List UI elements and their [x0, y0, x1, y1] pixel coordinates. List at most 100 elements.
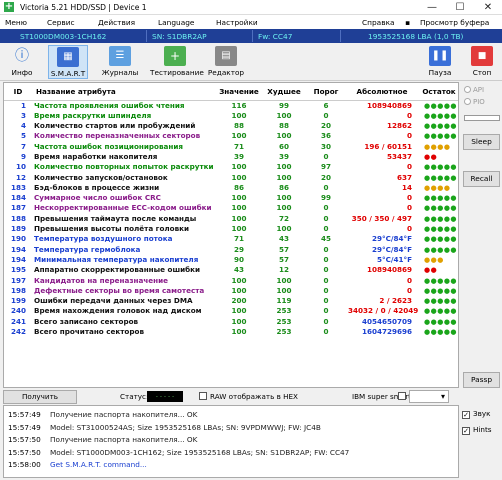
- table-row[interactable]: 188 Превышения таймаута после команды 100 7…: [4, 213, 458, 224]
- journals-button[interactable]: ☰ Журналы: [100, 45, 140, 79]
- table-row[interactable]: 1 Частота проявления ошибок чтения 116 99 6 1…: [4, 100, 458, 111]
- attr-raw: 0: [406, 131, 412, 141]
- table-row[interactable]: 195 Аппаратно скорректированные ошибки 43 1…: [4, 265, 458, 275]
- attr-value: 100: [231, 213, 247, 223]
- col-value[interactable]: Значение: [216, 83, 262, 101]
- table-row[interactable]: 190 Температура воздушного потока 71 43 45 29…: [4, 234, 458, 244]
- col-name[interactable]: Название атрибута: [32, 83, 216, 101]
- ibm-dropdown[interactable]: ▾: [409, 390, 449, 403]
- table-row[interactable]: 5 Количество переназначенных секторов 100 1…: [4, 131, 458, 141]
- menu-actions[interactable]: Действия: [98, 18, 135, 27]
- attr-value: 200: [231, 296, 247, 306]
- table-row[interactable]: 194 Минимальная температура накопителя 90 5…: [4, 254, 458, 265]
- minimize-button[interactable]: —: [418, 0, 446, 15]
- attr-threshold: 97: [320, 162, 331, 172]
- attr-raw: 350 / 350 / 497: [351, 213, 412, 223]
- table-row[interactable]: 183 Бэд-блоков в процессе жизни 86 86 0 14 ●●●…: [4, 183, 458, 193]
- log-time: 15:57:50: [8, 447, 41, 457]
- log-entry: 15:57:49 Model: ST31000524AS; Size 195352…: [8, 423, 321, 432]
- attr-value: 100: [231, 110, 247, 120]
- log-time: 15:57:49: [8, 410, 41, 419]
- table-row[interactable]: 240 Время нахождения головок над диском 10…: [4, 306, 458, 316]
- menu-settings[interactable]: Настройки: [216, 18, 258, 27]
- attr-id: 242: [10, 327, 26, 337]
- editor-icon: ▤: [215, 46, 237, 66]
- attr-name: Время раскрутки шпинделя: [34, 110, 152, 120]
- log-entry: 15:57:50 Получение паспорта накопителя...…: [8, 435, 197, 444]
- ibm-checkbox[interactable]: [398, 392, 409, 401]
- raw-hex-checkbox[interactable]: RAW отображать в HEX: [199, 392, 298, 401]
- attr-worst: 57: [278, 254, 289, 264]
- col-threshold[interactable]: Порог: [306, 83, 346, 101]
- table-row[interactable]: 241 Всего записано секторов 100 253 0 4054650…: [4, 316, 458, 327]
- api-radio[interactable]: API: [464, 86, 484, 94]
- pio-radio[interactable]: PIO: [464, 98, 485, 106]
- menu-main[interactable]: Меню: [5, 18, 27, 27]
- editor-button[interactable]: ▤ Редактор: [205, 45, 247, 79]
- col-remaining[interactable]: Остаток: [418, 83, 458, 101]
- attr-raw: 29°C/84°F: [371, 244, 412, 254]
- menu-service[interactable]: Сервис: [47, 18, 75, 27]
- table-row[interactable]: 242 Всего прочитано секторов 100 253 0 160472…: [4, 327, 458, 337]
- table-row[interactable]: 10 Количество повторных попыток раскрутки…: [4, 162, 458, 172]
- attr-name: Аппаратно скорректированные ошибки: [34, 265, 201, 275]
- smart-table[interactable]: ID Название атрибута Значение Худшее Пор…: [3, 82, 459, 388]
- attr-id: 12: [15, 172, 26, 182]
- table-row[interactable]: 12 Количество запусков/остановок 100 100 20 6…: [4, 172, 458, 183]
- attr-worst: 43: [278, 234, 289, 244]
- table-row[interactable]: 197 Кандидатов на переназначение 100 100 0 0 ●…: [4, 275, 458, 286]
- close-button[interactable]: ✕: [474, 0, 502, 15]
- attr-name: Превышения таймаута после команды: [34, 213, 197, 223]
- attr-remaining: ●●●●●: [424, 101, 458, 110]
- log-panel[interactable]: 15:57:49 Получение паспорта накопителя...…: [3, 405, 459, 478]
- passp-button[interactable]: Passp: [463, 372, 500, 388]
- attr-worst: 57: [278, 244, 289, 254]
- hints-checkbox[interactable]: ✓ Hints: [462, 425, 492, 435]
- attr-threshold: 0: [323, 224, 329, 234]
- table-row[interactable]: 198 Дефектные секторы во время самотеста 1…: [4, 286, 458, 296]
- maximize-button[interactable]: ☐: [446, 0, 474, 15]
- attr-value: 100: [231, 306, 247, 316]
- table-row[interactable]: 3 Время раскрутки шпинделя 100 100 0 0 ●●●●●: [4, 110, 458, 121]
- table-row[interactable]: 189 Превышения высоты полёта головки 100 10…: [4, 224, 458, 234]
- table-row[interactable]: 4 Количество стартов или пробуждений 88 88 2…: [4, 121, 458, 131]
- attr-name: Всего прочитано секторов: [34, 327, 144, 337]
- table-row[interactable]: 187 Нескорректированные ECC-кодом ошибки 1…: [4, 203, 458, 213]
- divider: [340, 30, 341, 42]
- testing-button[interactable]: + Тестирование: [150, 45, 204, 79]
- attr-value: 100: [231, 316, 247, 326]
- pause-button[interactable]: ❚❚ Пауза: [420, 45, 460, 79]
- col-id[interactable]: ID: [4, 83, 32, 101]
- table-row[interactable]: 184 Суммарное число ошибок CRC 100 100 99 0 ●●…: [4, 193, 458, 203]
- table-row[interactable]: 9 Время наработки накопителя 39 39 0 53437 ●●: [4, 151, 458, 162]
- smart-button[interactable]: ▦ S.M.A.R.T: [48, 45, 88, 79]
- menu-language[interactable]: Language: [158, 18, 194, 27]
- attr-threshold: 0: [323, 275, 329, 285]
- info-icon: ⓘ: [15, 48, 29, 64]
- col-raw[interactable]: Абсолютное: [346, 83, 418, 101]
- attr-id: 241: [10, 316, 26, 326]
- attr-worst: 39: [278, 151, 289, 161]
- attr-value: 90: [233, 254, 244, 264]
- sound-checkbox[interactable]: ✓ Звук: [462, 409, 490, 419]
- log-text: Получение паспорта накопителя... OK: [50, 410, 198, 419]
- get-smart-button[interactable]: Получить атрибуты SMART: [3, 390, 77, 413]
- table-row[interactable]: 194 Температура гермоблока 29 57 0 29°C/84°F ●…: [4, 244, 458, 255]
- table-row[interactable]: 7 Частота ошибок позиционирования 71 60 30 19…: [4, 142, 458, 152]
- recall-button[interactable]: Recall: [463, 171, 500, 187]
- menu-help[interactable]: Справка: [362, 18, 395, 27]
- attr-worst: 119: [276, 296, 292, 306]
- attr-worst: 100: [276, 275, 292, 285]
- attr-threshold: 0: [323, 316, 329, 326]
- sleep-button[interactable]: Sleep: [463, 134, 500, 150]
- menu-buffer-view[interactable]: Просмотр буфера: [420, 18, 489, 27]
- log-text: Model: ST31000524AS; Size 1953525168 LBA…: [50, 422, 321, 432]
- log-text: Model: ST1000DM003-1CH162; Size 19535251…: [50, 447, 350, 457]
- attr-threshold: 0: [323, 265, 329, 275]
- hints-label: Hints: [473, 425, 492, 434]
- buffer-view-icon[interactable]: ▪: [405, 18, 410, 27]
- info-button[interactable]: ⓘ Инфо: [2, 45, 42, 79]
- col-worst[interactable]: Худшее: [262, 83, 306, 101]
- stop-button[interactable]: ■ Стоп: [462, 45, 502, 79]
- table-row[interactable]: 199 Ошибки передачи данных через DMA 200 11…: [4, 296, 458, 306]
